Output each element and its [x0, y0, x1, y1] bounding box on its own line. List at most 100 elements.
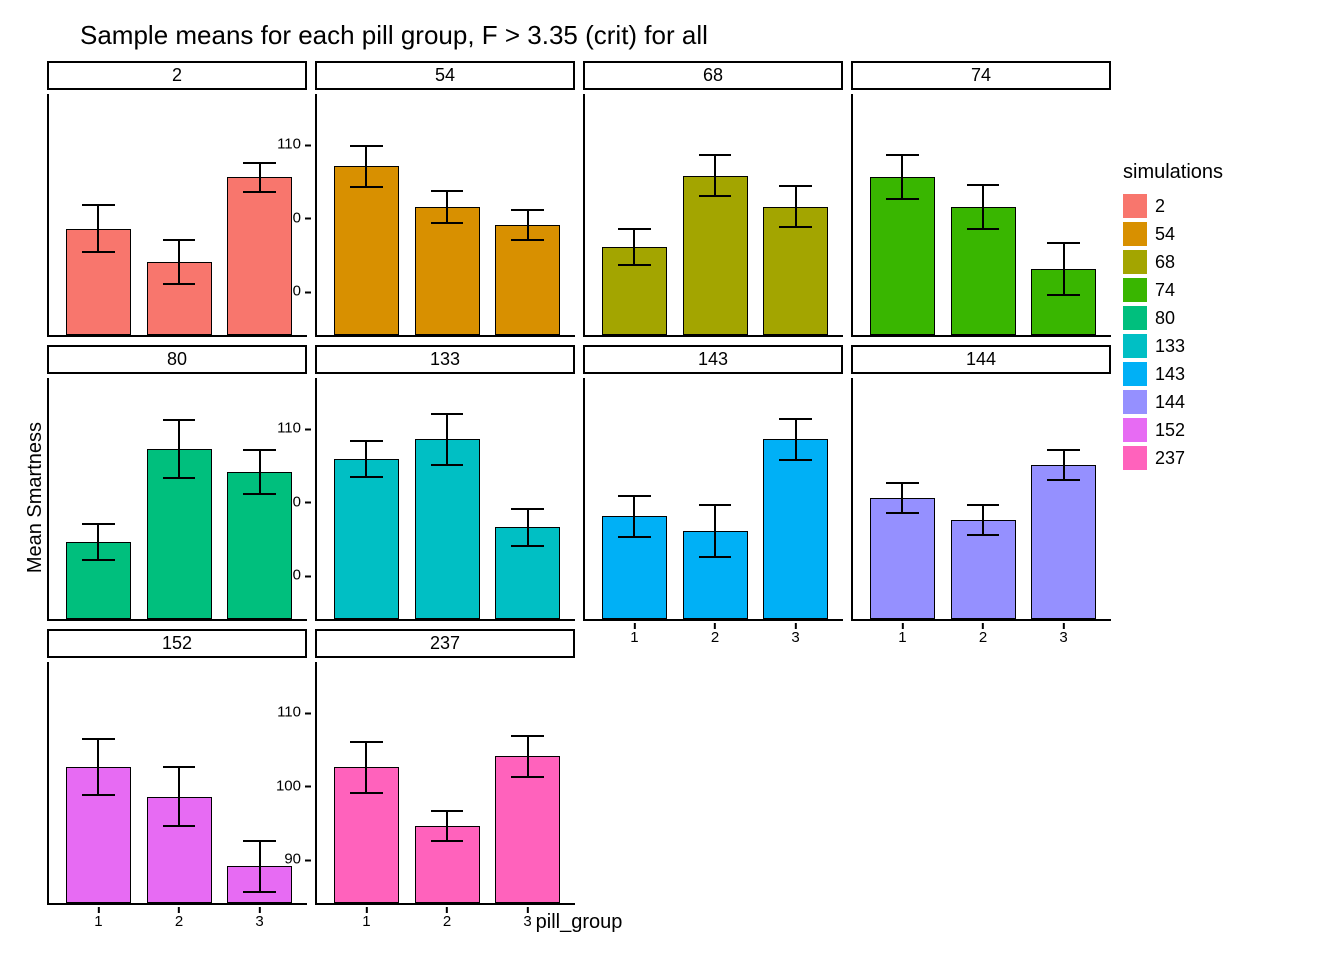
- y-tick: 90: [284, 851, 301, 868]
- legend-item-54: 54: [1123, 222, 1223, 246]
- bar: [495, 756, 560, 903]
- error-cap: [350, 145, 383, 147]
- error-bar: [446, 811, 448, 840]
- error-cap: [967, 504, 1000, 506]
- facet-143: 143123: [583, 345, 843, 621]
- legend-swatch: [1123, 250, 1147, 274]
- x-axis: 123: [49, 909, 307, 929]
- error-cap: [431, 464, 464, 466]
- legend-swatch: [1123, 418, 1147, 442]
- error-bar: [633, 229, 635, 266]
- facet-152: 15290100110123: [47, 629, 307, 905]
- x-tick: 2: [443, 913, 451, 930]
- error-bar: [178, 420, 180, 479]
- facet-panel: 90100110: [47, 378, 307, 621]
- legend-swatch: [1123, 222, 1147, 246]
- x-tick: 2: [711, 629, 719, 646]
- facet-strip: 143: [583, 345, 843, 374]
- legend-label: 68: [1155, 252, 1175, 273]
- legend-item-237: 237: [1123, 446, 1223, 470]
- y-tick: 110: [277, 420, 301, 437]
- error-bar: [446, 414, 448, 465]
- legend-item-68: 68: [1123, 250, 1223, 274]
- legend-swatch: [1123, 194, 1147, 218]
- error-bar: [795, 186, 797, 227]
- facet-74: 74: [851, 61, 1111, 337]
- error-cap: [350, 440, 383, 442]
- error-bar: [365, 146, 367, 187]
- error-cap: [82, 251, 115, 253]
- error-cap: [699, 195, 732, 197]
- bar: [334, 166, 399, 335]
- legend-swatch: [1123, 334, 1147, 358]
- error-cap: [1047, 294, 1080, 296]
- bar: [870, 498, 935, 619]
- error-cap: [243, 191, 276, 193]
- error-bar: [901, 483, 903, 512]
- facet-panel: [315, 378, 575, 621]
- legend-label: 74: [1155, 280, 1175, 301]
- x-tick: 1: [630, 629, 638, 646]
- error-cap: [1047, 479, 1080, 481]
- error-bar: [527, 210, 529, 239]
- error-bar: [97, 205, 99, 252]
- error-cap: [163, 477, 196, 479]
- bar: [870, 177, 935, 335]
- legend-label: 80: [1155, 308, 1175, 329]
- error-cap: [350, 186, 383, 188]
- facet-strip: 54: [315, 61, 575, 90]
- error-cap: [779, 418, 812, 420]
- error-bar: [365, 441, 367, 478]
- facet-panel: 90100110123: [47, 662, 307, 905]
- facet-237: 237123: [315, 629, 575, 905]
- error-cap: [243, 162, 276, 164]
- legend-item-2: 2: [1123, 194, 1223, 218]
- error-bar: [795, 419, 797, 460]
- legend-label: 2: [1155, 196, 1165, 217]
- error-cap: [886, 154, 919, 156]
- legend: simulations 254687480133143144152237: [1123, 161, 1223, 474]
- error-bar: [178, 240, 180, 284]
- facet-strip: 237: [315, 629, 575, 658]
- x-axis: 123: [853, 625, 1111, 645]
- facet-54: 54: [315, 61, 575, 337]
- error-cap: [1047, 449, 1080, 451]
- error-bar: [259, 163, 261, 192]
- error-cap: [779, 459, 812, 461]
- bar: [495, 225, 560, 335]
- error-cap: [618, 264, 651, 266]
- bar: [415, 207, 480, 335]
- legend-item-144: 144: [1123, 390, 1223, 414]
- error-cap: [350, 476, 383, 478]
- y-tick: 110: [277, 136, 301, 153]
- facet-panel: [851, 94, 1111, 337]
- facet-80: 8090100110: [47, 345, 307, 621]
- error-cap: [618, 228, 651, 230]
- x-tick: 3: [255, 913, 263, 930]
- facet-panel: [315, 94, 575, 337]
- facet-panel: 123: [583, 378, 843, 621]
- error-cap: [511, 735, 544, 737]
- error-cap: [618, 536, 651, 538]
- error-cap: [511, 508, 544, 510]
- error-cap: [82, 559, 115, 561]
- bar: [1031, 465, 1096, 619]
- error-bar: [714, 505, 716, 556]
- legend-item-74: 74: [1123, 278, 1223, 302]
- error-bar: [259, 841, 261, 892]
- x-tick: 3: [791, 629, 799, 646]
- error-cap: [431, 190, 464, 192]
- legend-label: 152: [1155, 420, 1185, 441]
- error-cap: [967, 184, 1000, 186]
- error-cap: [431, 810, 464, 812]
- error-bar: [97, 739, 99, 795]
- error-cap: [886, 198, 919, 200]
- error-cap: [886, 512, 919, 514]
- error-cap: [967, 534, 1000, 536]
- error-cap: [243, 493, 276, 495]
- error-cap: [82, 794, 115, 796]
- error-cap: [82, 204, 115, 206]
- facet-strip: 2: [47, 61, 307, 90]
- bar: [763, 439, 828, 619]
- bar: [415, 439, 480, 619]
